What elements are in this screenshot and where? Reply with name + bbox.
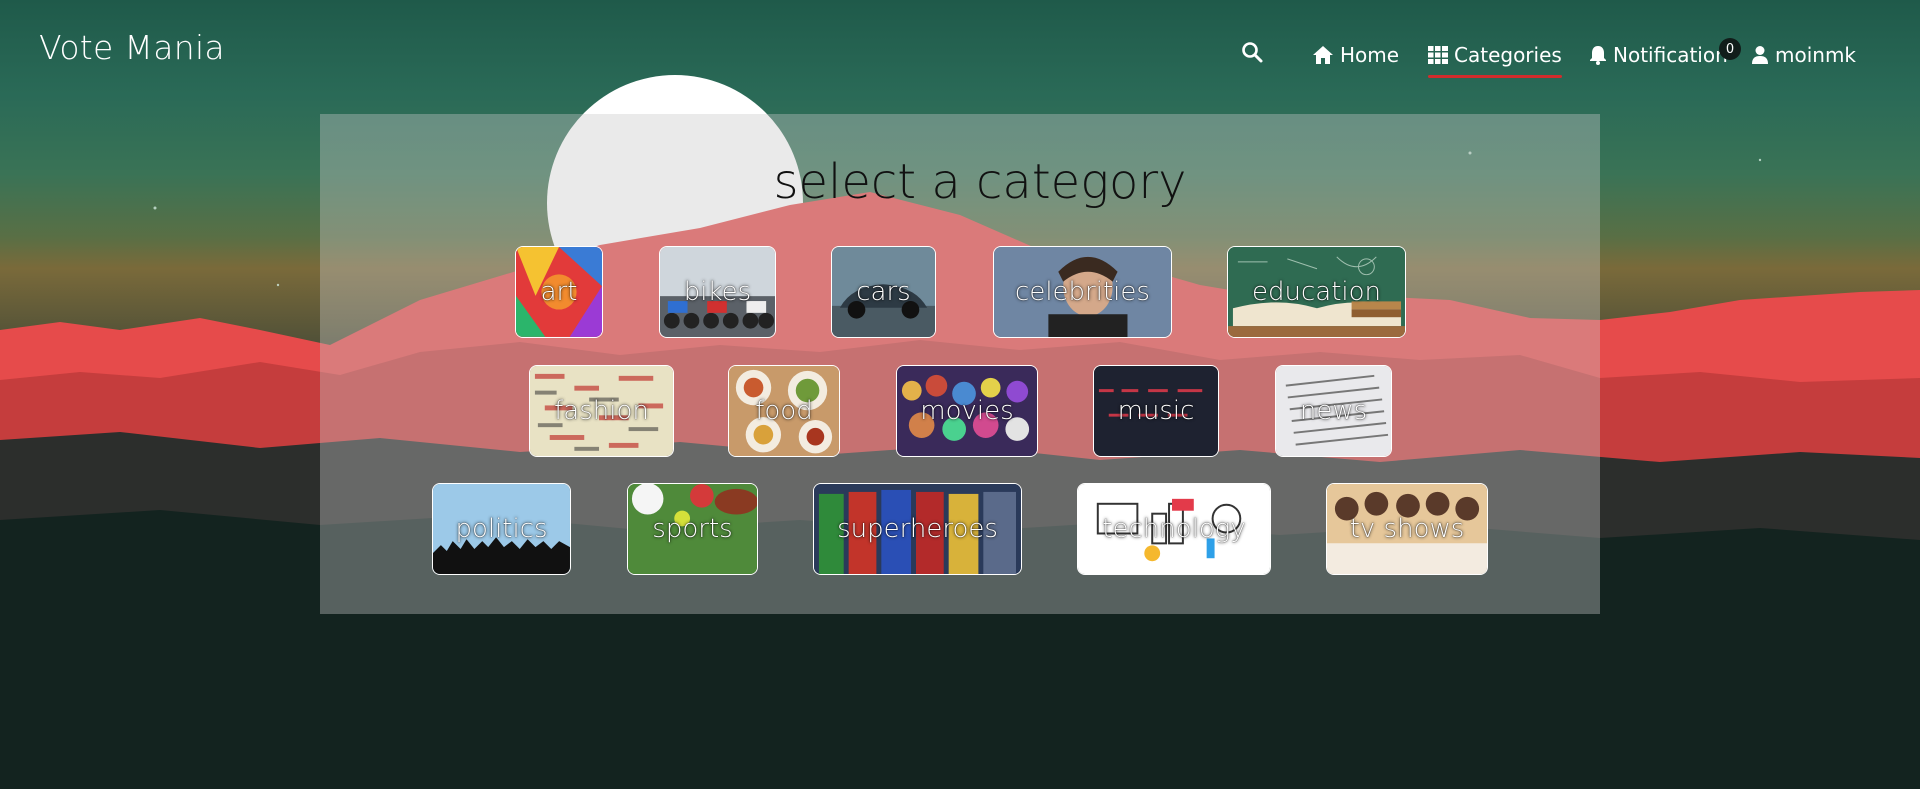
nav-user-link[interactable]: moinmk xyxy=(1751,42,1856,68)
grid-icon xyxy=(1428,46,1448,64)
category-card-food[interactable]: food xyxy=(728,365,840,457)
category-label: food xyxy=(755,396,813,426)
bell-icon xyxy=(1590,46,1606,65)
category-label: news xyxy=(1299,396,1368,426)
category-card-technology[interactable]: technology xyxy=(1077,483,1271,575)
category-label: movies xyxy=(920,396,1014,426)
category-card-cars[interactable]: cars xyxy=(831,246,936,338)
category-label: technology xyxy=(1102,514,1246,544)
home-icon xyxy=(1313,46,1333,64)
nav-home-label: Home xyxy=(1340,43,1400,67)
category-card-bikes[interactable]: bikes xyxy=(659,246,776,338)
nav-notification-link[interactable]: Notification xyxy=(1589,42,1728,68)
nav-home-link[interactable]: Home xyxy=(1312,42,1399,68)
category-label: sports xyxy=(652,514,733,544)
category-card-politics[interactable]: politics xyxy=(432,483,571,575)
nav-notification-label: Notification xyxy=(1613,43,1728,67)
category-label: bikes xyxy=(683,277,752,307)
category-label: fashion xyxy=(554,396,649,426)
nav-categories-label: Categories xyxy=(1454,43,1562,67)
nav-user-label: moinmk xyxy=(1775,43,1857,67)
category-label: education xyxy=(1251,277,1381,307)
search-icon[interactable] xyxy=(1240,40,1266,66)
category-label: music xyxy=(1117,396,1195,426)
category-label: politics xyxy=(455,514,548,544)
category-card-superheroes[interactable]: superheroes xyxy=(813,483,1022,575)
notification-count-badge: 0 xyxy=(1719,38,1741,60)
page-title: select a category xyxy=(773,154,1187,210)
category-label: superheroes xyxy=(837,514,998,544)
brand-logo[interactable]: Vote Mania xyxy=(39,28,225,67)
category-card-tv-shows[interactable]: tv shows xyxy=(1326,483,1488,575)
category-card-art[interactable]: art xyxy=(515,246,603,338)
category-card-sports[interactable]: sports xyxy=(627,483,758,575)
category-card-music[interactable]: music xyxy=(1093,365,1219,457)
category-label: tv shows xyxy=(1349,514,1465,544)
category-card-movies[interactable]: movies xyxy=(896,365,1038,457)
nav-categories-link[interactable]: Categories xyxy=(1428,42,1562,78)
category-card-fashion[interactable]: fashion xyxy=(529,365,674,457)
category-panel: select a category art bikes cars celebri… xyxy=(320,114,1600,614)
top-navbar: Vote Mania Home Categories Notification … xyxy=(0,0,1920,100)
category-card-education[interactable]: education xyxy=(1227,246,1406,338)
category-label: art xyxy=(540,277,578,307)
category-label: celebrities xyxy=(1015,277,1150,307)
user-icon xyxy=(1752,46,1768,64)
category-label: cars xyxy=(856,277,911,307)
category-card-celebrities[interactable]: celebrities xyxy=(993,246,1172,338)
category-card-news[interactable]: news xyxy=(1275,365,1392,457)
